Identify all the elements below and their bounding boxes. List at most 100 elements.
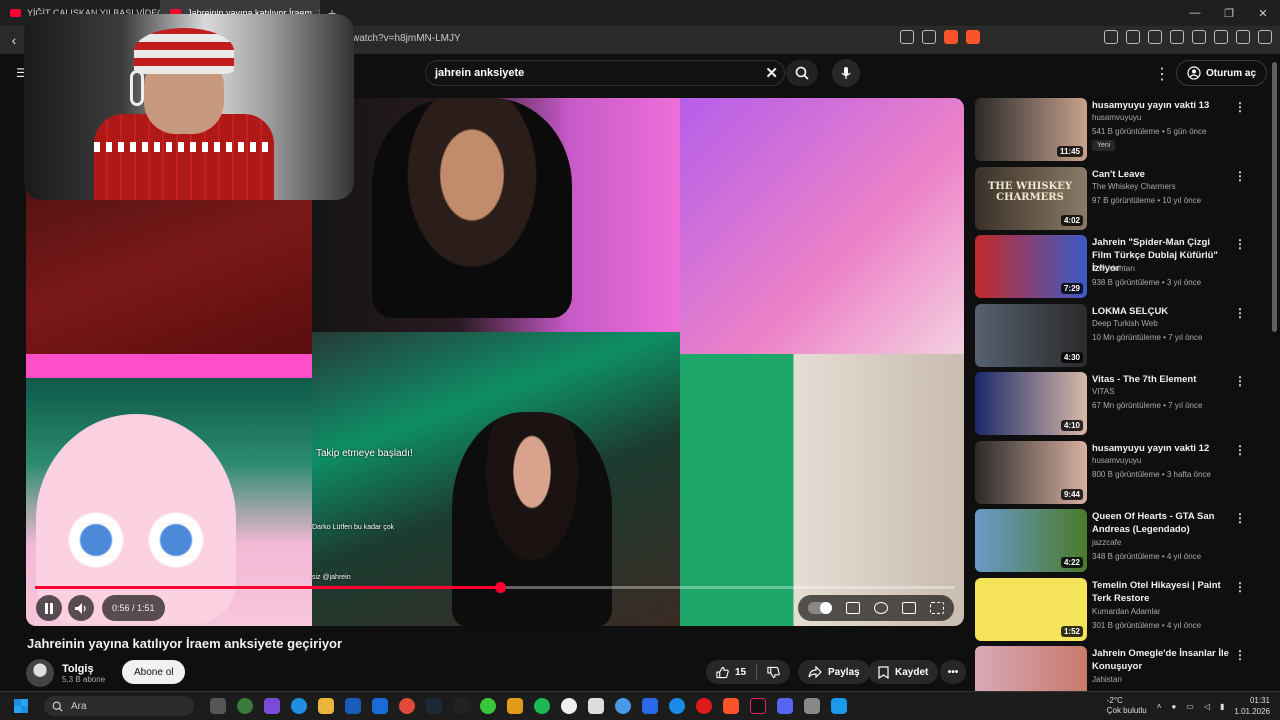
page-scrollbar[interactable] xyxy=(1272,62,1277,332)
outlook-icon[interactable] xyxy=(345,698,361,714)
close-window-icon[interactable]: ✕ xyxy=(1246,0,1280,26)
like-icon[interactable] xyxy=(716,666,729,679)
microphone-icon[interactable]: ● xyxy=(1171,702,1176,711)
taskbar-search[interactable]: Ara xyxy=(44,696,194,716)
recommendation-item[interactable]: 9:44 husamyuyu yayın vakti 12 husamvuyuyu 8… xyxy=(975,440,1265,505)
recommendation-title[interactable]: Can't Leave xyxy=(1092,168,1232,181)
recommendation-title[interactable]: husamyuyu yayın vakti 13 xyxy=(1092,99,1232,112)
wallet-icon[interactable] xyxy=(1192,30,1206,44)
brave-icon[interactable] xyxy=(723,698,739,714)
video-thumbnail[interactable]: 11:45 xyxy=(975,98,1087,161)
recommendation-title[interactable]: LOKMA SELÇUK xyxy=(1092,305,1232,318)
more-options-icon[interactable]: ⋮ xyxy=(1234,169,1246,183)
recommendation-item[interactable]: 4:30 LOKMA SELÇUK Deep Turkish Web 10 Mn gö… xyxy=(975,303,1265,368)
sidebar-icon[interactable] xyxy=(1170,30,1184,44)
fullscreen-icon[interactable] xyxy=(930,602,944,614)
recommendation-channel[interactable]: Jahistan xyxy=(1092,675,1122,684)
recommendation-title[interactable]: Vitas - The 7th Element xyxy=(1092,373,1232,386)
url-field[interactable]: watch?v=h8jmMN-LMJY xyxy=(352,33,461,44)
search-button[interactable] xyxy=(786,60,818,86)
brave-rewards-icon[interactable] xyxy=(966,30,980,44)
video-thumbnail[interactable]: 1:52 xyxy=(975,577,1087,641)
brave-shields-icon[interactable] xyxy=(944,30,958,44)
save-button[interactable]: Kaydet xyxy=(868,660,939,684)
settings-more-icon[interactable]: ⋮ xyxy=(1154,64,1170,84)
recommendation-channel[interactable]: husamvuyuyu xyxy=(1092,113,1141,122)
epic-games-icon[interactable] xyxy=(453,698,469,714)
more-options-icon[interactable]: ⋮ xyxy=(1234,100,1246,114)
app-icon[interactable] xyxy=(831,698,847,714)
check-app-icon[interactable] xyxy=(642,698,658,714)
recommendation-title[interactable]: husamyuyu yayın vakti 12 xyxy=(1092,442,1232,455)
screenshot-icon[interactable] xyxy=(1126,30,1140,44)
restore-icon[interactable]: ❐ xyxy=(1212,0,1246,26)
video-thumbnail[interactable]: 4:10 xyxy=(975,372,1087,435)
recommendation-channel[interactable]: T.W Muhtarı xyxy=(1092,264,1135,273)
video-thumbnail[interactable]: THE WHISKEY CHARMERS 4:02 xyxy=(975,166,1087,230)
vpn-icon[interactable] xyxy=(1236,30,1250,44)
chevron-up-icon[interactable]: ˄ xyxy=(1157,702,1162,711)
obs-icon[interactable] xyxy=(561,698,577,714)
cast-icon[interactable] xyxy=(900,30,914,44)
edge-icon[interactable] xyxy=(291,698,307,714)
settings-gear-icon[interactable] xyxy=(874,602,888,614)
recommendation-channel[interactable]: husamvuyuyu xyxy=(1092,456,1141,465)
captions-icon[interactable] xyxy=(846,602,860,614)
share-page-icon[interactable] xyxy=(922,30,936,44)
recommendation-item[interactable]: 11:45 husamyuyu yayın vakti 13 husamvuyuyu… xyxy=(975,98,1265,162)
extensions-icon[interactable] xyxy=(1104,30,1118,44)
video-thumbnail[interactable]: 9:44 xyxy=(975,440,1087,504)
recommendation-item[interactable]: 1:52 Temelin Otel Hikayesi | Paint Terk R… xyxy=(975,577,1265,642)
recommendation-item[interactable]: THE WHISKEY CHARMERS 4:02 Can't Leave The W… xyxy=(975,166,1265,231)
discord-icon[interactable] xyxy=(777,698,793,714)
mail-icon[interactable] xyxy=(372,698,388,714)
recommendation-title[interactable]: Temelin Otel Hikayesi | Paint Terk Resto… xyxy=(1092,579,1232,605)
more-options-icon[interactable]: ⋮ xyxy=(1234,374,1246,388)
video-thumbnail[interactable]: 7:29 xyxy=(975,235,1087,298)
share-button[interactable]: Paylaş xyxy=(798,660,870,684)
recommendation-channel[interactable]: Deep Turkish Web xyxy=(1092,319,1158,328)
menu-icon[interactable] xyxy=(1258,30,1272,44)
progress-scrubber[interactable] xyxy=(494,582,506,593)
app-icon[interactable] xyxy=(615,698,631,714)
recommendation-title[interactable]: Jahrein Omegle'de İnsanlar İle Konuşuyor xyxy=(1092,647,1232,673)
pause-button[interactable] xyxy=(36,595,62,621)
subscribe-button[interactable]: Abone ol xyxy=(122,660,186,684)
more-options-icon[interactable]: ⋮ xyxy=(1234,511,1246,525)
miniplayer-icon[interactable] xyxy=(902,602,916,614)
video-thumbnail[interactable]: 4:30 xyxy=(975,303,1087,367)
leo-icon[interactable] xyxy=(1214,30,1228,44)
recommendation-title[interactable]: Queen Of Hearts - GTA San Andreas (Legen… xyxy=(1092,510,1232,536)
clock[interactable]: 01:31 1.01.2026 xyxy=(1234,695,1270,717)
progress-bar[interactable] xyxy=(35,582,955,593)
music-icon[interactable] xyxy=(1148,30,1162,44)
network-icon[interactable]: ▭ xyxy=(1186,702,1194,711)
battery-icon[interactable]: ▮ xyxy=(1220,702,1224,711)
more-options-icon[interactable]: ⋮ xyxy=(1234,648,1246,662)
speaker-icon[interactable]: ◁ xyxy=(1204,702,1210,711)
recommendation-channel[interactable]: Kumardan Adamlar xyxy=(1092,607,1160,616)
chrome-icon[interactable] xyxy=(399,698,415,714)
recommendation-channel[interactable]: VITAS xyxy=(1092,387,1115,396)
recommendation-item[interactable]: 4:22 Queen Of Hearts - GTA San Andreas (L… xyxy=(975,509,1265,573)
volume-button[interactable] xyxy=(68,595,94,621)
file-explorer-icon[interactable] xyxy=(318,698,334,714)
voice-search-button[interactable] xyxy=(832,59,860,87)
app-icon[interactable] xyxy=(804,698,820,714)
weather-widget[interactable]: -2°C Çok bulutlu xyxy=(1107,696,1147,716)
more-options-icon[interactable]: ⋮ xyxy=(1234,443,1246,457)
app-icon[interactable] xyxy=(237,698,253,714)
recommendation-item[interactable]: 7:29 Jahrein "Spider-Man Çizgi Film Türkç… xyxy=(975,235,1265,299)
app-icon[interactable] xyxy=(588,698,604,714)
dislike-icon[interactable] xyxy=(767,666,780,679)
minimize-icon[interactable]: — xyxy=(1178,0,1212,26)
opera-icon[interactable] xyxy=(696,698,712,714)
tiktok-icon[interactable] xyxy=(750,698,766,714)
clear-search-icon[interactable]: ✕ xyxy=(765,64,778,82)
channel-name[interactable]: Tolgiş xyxy=(62,663,105,675)
more-options-icon[interactable]: ⋮ xyxy=(1234,306,1246,320)
more-options-icon[interactable]: ⋮ xyxy=(1234,580,1246,594)
recommendation-channel[interactable]: jazzcafe xyxy=(1092,538,1121,547)
search-input[interactable]: jahrein anksiyete ✕ xyxy=(425,60,785,86)
channel-avatar[interactable] xyxy=(26,659,54,687)
